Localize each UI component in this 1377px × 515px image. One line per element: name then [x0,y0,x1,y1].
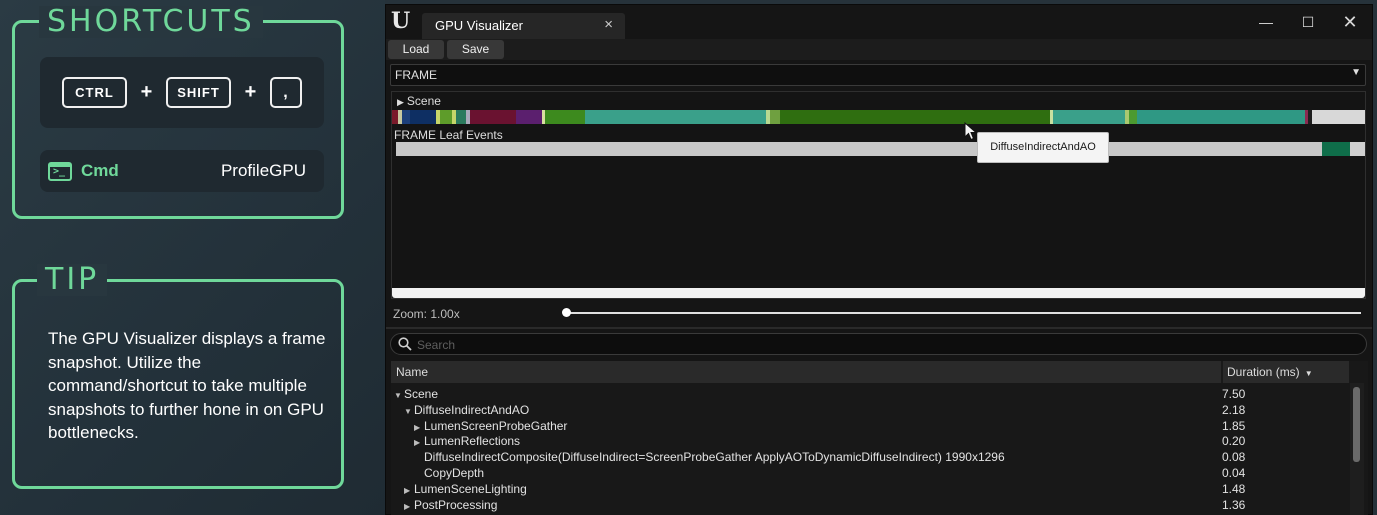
tab-label: GPU Visualizer [435,18,523,33]
scene-track-label[interactable]: ▶ Scene [397,94,441,108]
tree-row[interactable]: CopyDepth 0.04 [391,465,1349,481]
close-button[interactable]: ✕ [1335,11,1365,33]
tip-text: The GPU Visualizer displays a frame snap… [48,329,326,442]
search-icon [398,337,412,351]
scrollbar-thumb[interactable] [1353,387,1360,462]
tree-rows: ▼ Scene 7.50 ▼ DiffuseIndirectAndAO 2.18 ▶ Lume… [391,386,1349,512]
tree-row-duration: 2.18 [1222,402,1246,417]
key-shift: SHIFT [166,77,231,108]
timeline-view[interactable]: ▶ Scene FRAME Leaf Events DiffuseIndirec… [391,91,1366,299]
tab-close-icon[interactable]: × [604,16,613,33]
search-box[interactable] [390,333,1367,355]
tree-row-name: ▶ PostProcessing [404,498,497,512]
expand-arrow-icon[interactable]: ▶ [414,438,424,447]
minimize-button[interactable]: — [1251,11,1281,33]
key-comma: , [270,77,302,108]
unreal-logo-icon: U [391,8,411,34]
frame-dropdown-value: FRAME [395,68,437,82]
plus-sign: + [140,81,153,103]
tree-row-label: CopyDepth [424,465,485,480]
cmd-label: Cmd [81,161,119,180]
tree-row-label: DiffuseIndirectComposite(DiffuseIndirect… [424,450,1005,465]
tree-row[interactable]: ▼ Scene 7.50 [391,386,1349,402]
title-bar[interactable]: U GPU Visualizer × — ☐ ✕ [386,5,1372,39]
tree-row-name: ▶ LumenSceneLighting [404,482,527,496]
tree-row-duration: 1.85 [1222,418,1246,433]
timeline-scroll-band[interactable] [392,288,1365,298]
tab-gpu-visualizer[interactable]: GPU Visualizer × [422,13,625,39]
save-button[interactable]: Save [447,40,504,59]
toolbar: Load Save [386,39,1372,60]
command-box: >_ Cmd ProfileGPU [40,150,324,192]
tree-row-name: CopyDepth [414,466,484,480]
shortcuts-title: SHORTCUTS [39,6,263,38]
cmd-value: ProfileGPU [220,161,306,180]
tree-row[interactable]: ▶ LumenScreenProbeGather 1.85 [391,418,1349,434]
tree-row-duration: 1.48 [1222,481,1246,496]
column-header-duration[interactable]: Duration (ms) ▼ [1227,365,1313,379]
tree-row-label: PostProcessing [414,497,498,512]
terminal-icon: >_ [48,161,72,181]
tree-row-label: Scene [404,387,439,401]
zoom-slider-track[interactable] [566,312,1361,314]
column-header-name[interactable]: Name [396,365,428,379]
expand-arrow-icon[interactable]: ▶ [404,502,414,511]
search-input[interactable] [417,337,1317,353]
tutorial-panel: SHORTCUTS CTRL + SHIFT + , >_ Cmd Profil… [0,0,385,515]
column-header-duration-label: Duration (ms) [1227,365,1300,379]
event-tooltip: DiffuseIndirectAndAO [977,132,1109,163]
shortcuts-card: SHORTCUTS CTRL + SHIFT + , >_ Cmd Profil… [12,6,344,219]
expand-arrow-icon: ▶ [397,97,404,107]
collapse-arrow-icon[interactable]: ▼ [394,391,404,400]
tree-row-label: DiffuseIndirectAndAO [414,402,530,417]
tree-row-name: ▼ DiffuseIndirectAndAO [404,403,529,417]
tree-row-label: LumenScreenProbeGather [424,418,568,433]
tree-row-name: ▶ LumenScreenProbeGather [414,419,567,433]
tree-row-duration: 7.50 [1222,387,1246,401]
tree-row-name: ▼ Scene [394,387,438,401]
expand-arrow-icon[interactable]: ▶ [414,423,424,432]
tree-row[interactable]: ▶ LumenSceneLighting 1.48 [391,481,1349,497]
panel-divider[interactable] [386,327,1372,329]
gpu-visualizer-window: U GPU Visualizer × — ☐ ✕ Load Save FRAME… [385,4,1373,515]
sort-descending-icon: ▼ [1304,369,1313,378]
tree-row[interactable]: ▶ LumenReflections 0.20 [391,433,1349,449]
mouse-cursor-icon [964,122,978,141]
tree-header: Name Duration (ms) ▼ [391,361,1349,383]
load-button[interactable]: Load [388,40,444,59]
key-ctrl: CTRL [62,77,127,108]
expand-arrow-icon[interactable]: ▶ [404,486,414,495]
chevron-down-icon: ▼ [1351,67,1361,78]
tree-row-label: LumenSceneLighting [414,481,527,496]
frame-dropdown[interactable]: FRAME ▼ [390,64,1366,86]
maximize-button[interactable]: ☐ [1293,11,1323,33]
plus-sign: + [244,81,257,103]
tree-row[interactable]: DiffuseIndirectComposite(DiffuseIndirect… [391,449,1349,465]
collapse-arrow-icon[interactable]: ▼ [404,407,414,416]
shortcut-keys: CTRL + SHIFT + , [40,57,324,128]
tree-row[interactable]: ▶ PostProcessing 1.36 [391,497,1349,513]
scene-label-text: Scene [406,94,441,108]
scene-event-bar[interactable] [392,110,1365,124]
tree-row-label: LumenReflections [424,434,521,449]
zoom-label: Zoom: 1.00x [393,307,460,321]
leaf-event-bar[interactable] [396,142,1365,156]
tree-row-name: ▶ LumenReflections [414,434,520,448]
tree-row-name: DiffuseIndirectComposite(DiffuseIndirect… [414,450,1005,464]
tree-row-duration: 1.36 [1222,497,1246,512]
tip-title: TIP [37,264,108,296]
tree-row-duration: 0.20 [1222,434,1246,449]
tree-row-duration: 0.08 [1222,450,1246,465]
tip-card: TIP The GPU Visualizer displays a frame … [12,264,344,489]
tree-row[interactable]: ▼ DiffuseIndirectAndAO 2.18 [391,402,1349,418]
zoom-slider-handle[interactable] [562,308,571,317]
tree-row-duration: 0.04 [1222,465,1246,480]
column-divider[interactable] [1221,361,1223,383]
event-tree: Name Duration (ms) ▼ ▼ Scene 7.50 ▼ DiffuseIn… [391,361,1368,515]
leaf-events-label: FRAME Leaf Events [394,128,503,142]
